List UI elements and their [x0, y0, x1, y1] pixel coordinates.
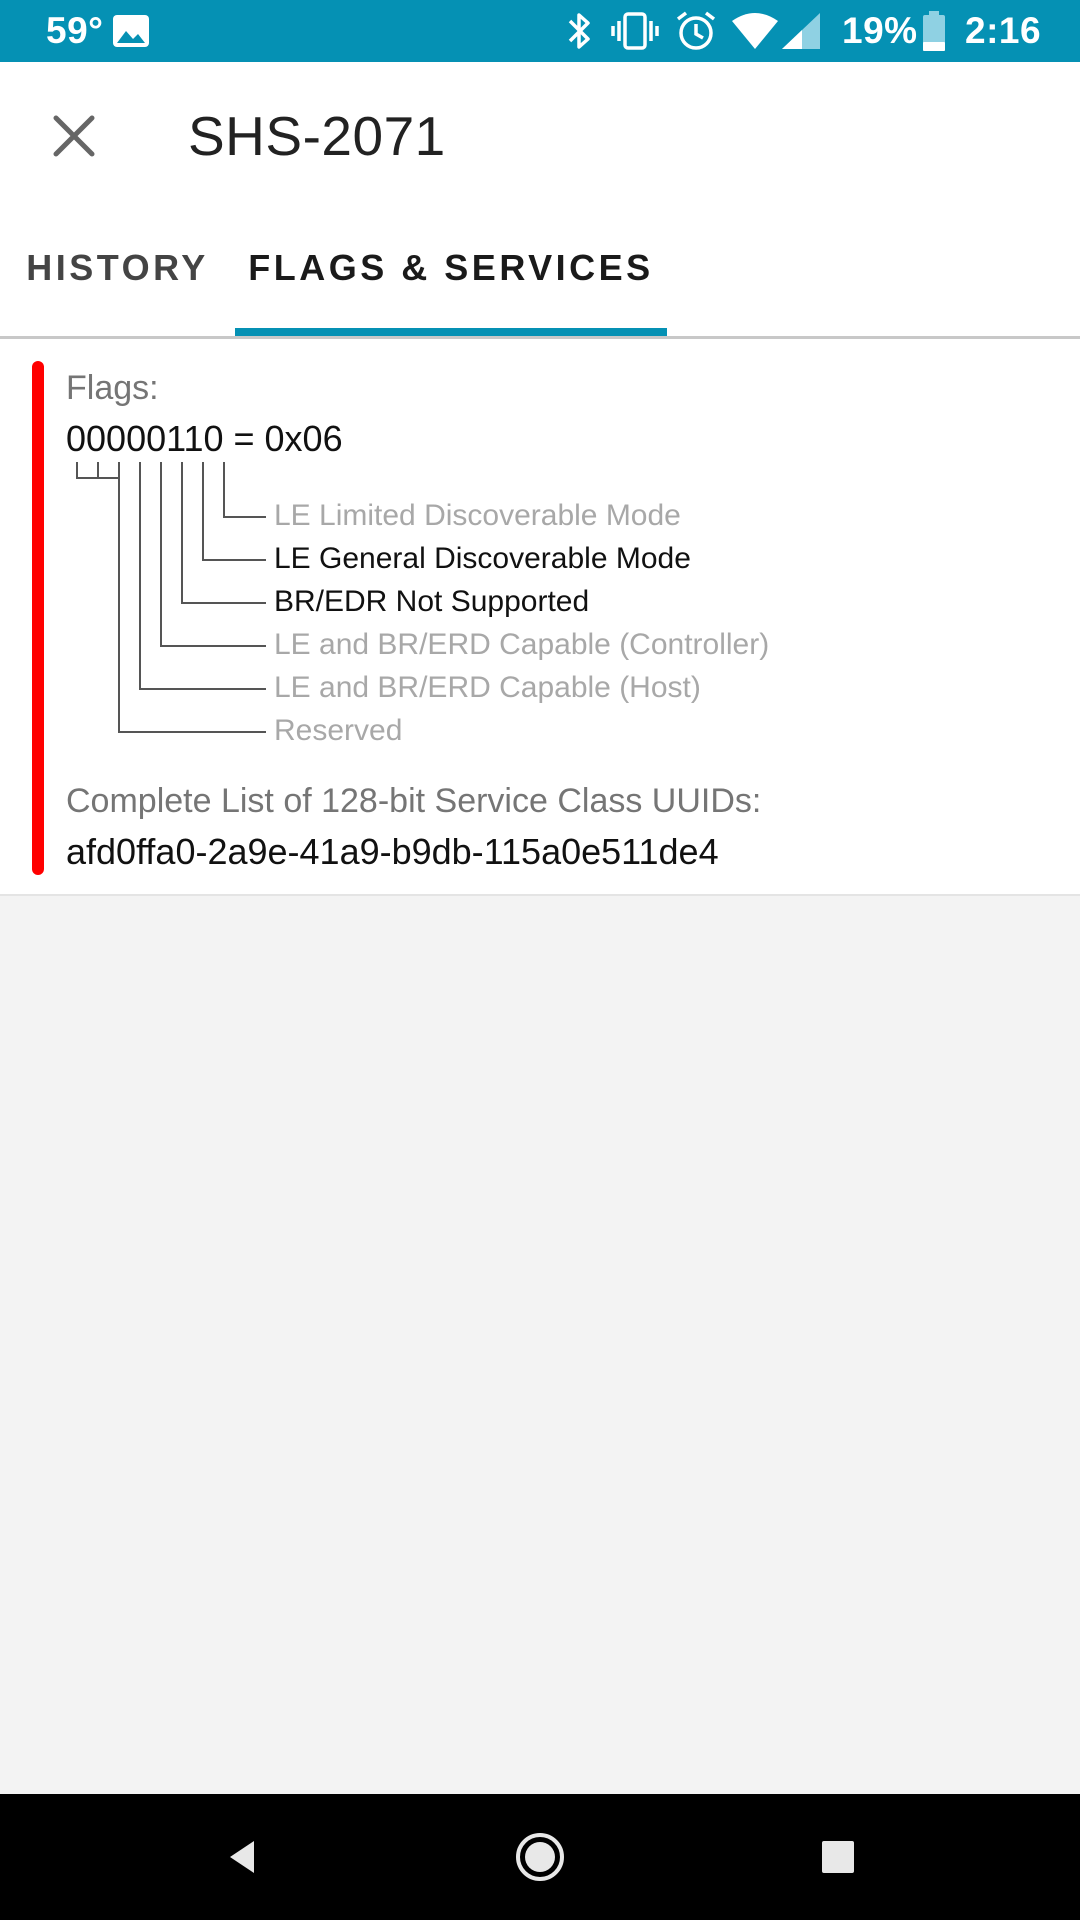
wifi-icon	[730, 0, 780, 62]
battery-icon	[922, 0, 946, 62]
clock: 2:16	[965, 10, 1042, 51]
flag-le-general-discoverable: LE General Discoverable Mode	[274, 542, 691, 575]
advertisement-card: Flags: 00000110 = 0x06 LE Limited Discov…	[0, 339, 1080, 896]
flag-le-limited-discoverable: LE Limited Discoverable Mode	[274, 499, 681, 532]
services-label: Complete List of 128-bit Service Class U…	[66, 782, 762, 820]
flag-le-bredr-host: LE and BR/ERD Capable (Host)	[274, 671, 701, 704]
battery-percent: 19%	[842, 10, 918, 51]
home-button[interactable]	[500, 1817, 580, 1897]
tab-history[interactable]: HISTORY	[0, 200, 235, 336]
image-icon	[112, 0, 150, 62]
page-title: SHS-2071	[188, 105, 446, 167]
bluetooth-icon	[562, 0, 596, 62]
close-button[interactable]	[38, 100, 110, 172]
alarm-icon	[674, 0, 718, 62]
flag-reserved: Reserved	[274, 714, 403, 747]
vibrate-icon	[610, 0, 660, 62]
flag-le-bredr-controller: LE and BR/ERD Capable (Controller)	[274, 628, 770, 661]
recents-button[interactable]	[798, 1817, 878, 1897]
status-bar: 59° 19% 2:16	[0, 0, 1080, 62]
recents-icon	[822, 1841, 854, 1873]
services-uuid: afd0ffa0-2a9e-41a9-b9db-115a0e511de4	[66, 831, 719, 872]
tab-indicator	[235, 328, 667, 336]
home-icon	[516, 1833, 564, 1881]
tab-bar: HISTORY FLAGS & SERVICES	[0, 200, 1080, 339]
back-icon	[230, 1841, 254, 1873]
flag-bredr-not-supported: BR/EDR Not Supported	[274, 585, 590, 618]
system-nav-bar	[0, 1794, 1080, 1920]
close-icon	[53, 115, 95, 157]
signal-icon	[780, 0, 822, 62]
back-button[interactable]	[202, 1817, 282, 1897]
tab-flags-services[interactable]: FLAGS & SERVICES	[235, 200, 667, 336]
temperature-indicator: 59°	[46, 10, 104, 51]
empty-area	[0, 896, 1080, 1794]
